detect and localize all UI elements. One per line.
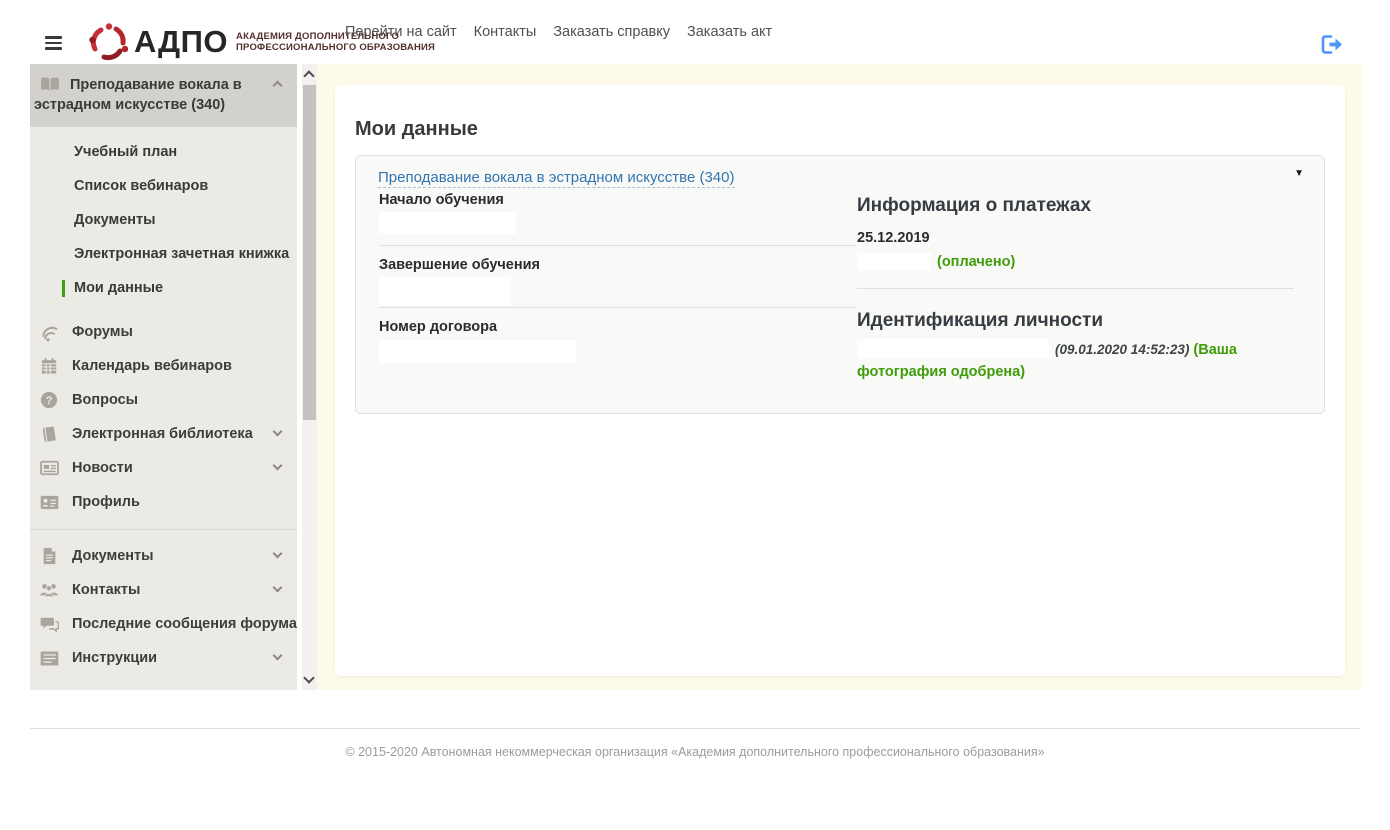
contacts-icon (37, 582, 61, 598)
chat-icon (37, 616, 61, 632)
logout-icon[interactable] (1320, 34, 1344, 55)
sidebar-item-latest-forum-posts[interactable]: Последние сообщения форума (30, 607, 297, 641)
document-icon (37, 547, 61, 565)
redacted-value (379, 212, 516, 234)
sidebar-item-documents[interactable]: Документы (30, 539, 297, 573)
library-icon (37, 425, 61, 443)
sidebar-item-news[interactable]: Новости (30, 451, 297, 485)
sidebar-item-webinar-list[interactable]: Список вебинаров (30, 169, 297, 203)
profile-card-icon (37, 495, 61, 510)
menu-toggle-icon[interactable] (45, 36, 62, 50)
field-label-end: Завершение обучения (379, 257, 541, 273)
chevron-down-icon (272, 650, 283, 661)
sidebar-item-contacts[interactable]: Контакты (30, 573, 297, 607)
sidebar-item-gradebook[interactable]: Электронная зачетная книжка (30, 237, 297, 271)
sidebar-item-label: Преподавание вокала в эстрадном искусств… (34, 77, 242, 113)
payment-date: 25.12.2019 (857, 230, 930, 246)
payments-identity-column: Информация о платежах 25.12.2019 (оплаче… (856, 187, 1324, 383)
sidebar-item-e-library[interactable]: Электронная библиотека (30, 417, 297, 451)
redacted-value (379, 277, 511, 305)
sidebar-divider (30, 529, 297, 530)
sidebar-item-instructions[interactable]: Инструкции (30, 641, 297, 675)
nav-order-certificate[interactable]: Заказать справку (553, 24, 670, 40)
question-icon: ? (37, 391, 61, 409)
footer-divider (30, 728, 1360, 729)
section-divider (857, 288, 1294, 289)
collapse-caret-icon[interactable]: ▼ (1294, 168, 1304, 179)
sidebar-item-forums[interactable]: Форумы (30, 315, 297, 349)
sidebar-item-my-data[interactable]: Мои данные (30, 271, 297, 305)
identity-timestamp: (09.01.2020 14:52:23) (1055, 342, 1190, 357)
calendar-icon (37, 357, 61, 375)
sidebar-scrollbar[interactable] (302, 64, 317, 690)
sidebar-item-questions[interactable]: ? Вопросы (30, 383, 297, 417)
scroll-up-icon[interactable] (303, 70, 315, 82)
nav-order-act[interactable]: Заказать акт (687, 24, 772, 40)
sidebar: Преподавание вокала в эстрадном искусств… (30, 64, 297, 690)
nav-go-to-site[interactable]: Перейти на сайт (345, 24, 457, 40)
top-header: АДПО АКАДЕМИЯ ДОПОЛНИТЕЛЬНОГО ПРОФЕССИОН… (0, 0, 1390, 64)
my-data-card: Мои данные Преподавание вокала в эстрадн… (335, 85, 1345, 676)
payments-heading: Информация о платежах (857, 195, 1092, 216)
news-icon (37, 460, 61, 476)
payment-status: (оплачено) (937, 254, 1016, 270)
field-divider (379, 245, 856, 246)
sidebar-item-program[interactable]: Преподавание вокала в эстрадном искусств… (30, 64, 297, 127)
instructions-icon (37, 650, 61, 666)
training-fields-column: Начало обучения Завершение обучения Номе… (356, 187, 856, 383)
chevron-down-icon (272, 460, 283, 471)
chevron-down-icon (272, 582, 283, 593)
sidebar-item-webinar-calendar[interactable]: Календарь вебинаров (30, 349, 297, 383)
sidebar-item-curriculum[interactable]: Учебный план (30, 135, 297, 169)
logo-emblem-icon (88, 22, 128, 62)
scrollbar-thumb[interactable] (303, 85, 316, 420)
forum-waves-icon (37, 323, 61, 342)
logo-abbr: АДПО (134, 24, 229, 59)
scroll-down-icon[interactable] (303, 672, 315, 684)
chevron-up-icon (272, 80, 283, 91)
program-panel: Преподавание вокала в эстрадном искусств… (355, 155, 1325, 414)
field-label-start: Начало обучения (379, 192, 504, 208)
identity-status-line: (09.01.2020 14:52:23) (Ваша фотография о… (857, 339, 1294, 383)
main-area: Мои данные Преподавание вокала в эстрадн… (317, 64, 1362, 690)
redacted-value (379, 340, 576, 363)
chevron-down-icon (272, 548, 283, 559)
program-submenu: Учебный план Список вебинаров Документы … (30, 127, 297, 315)
redacted-value (857, 253, 931, 271)
open-book-icon (39, 76, 61, 92)
field-label-contract: Номер договора (379, 319, 498, 335)
sidebar-item-documents-sub[interactable]: Документы (30, 203, 297, 237)
active-indicator (62, 279, 65, 297)
redacted-value (857, 339, 1049, 359)
svg-text:?: ? (46, 395, 53, 407)
chevron-down-icon (272, 426, 283, 437)
field-divider (379, 307, 856, 308)
identity-heading: Идентификация личности (857, 310, 1104, 331)
page-title: Мои данные (355, 118, 478, 140)
top-nav: Перейти на сайт Контакты Заказать справк… (345, 0, 789, 64)
footer-copyright: © 2015-2020 Автономная некоммерческая ор… (345, 745, 1045, 759)
app-page: АДПО АКАДЕМИЯ ДОПОЛНИТЕЛЬНОГО ПРОФЕССИОН… (0, 0, 1390, 830)
sidebar-item-profile[interactable]: Профиль (30, 485, 297, 519)
program-link[interactable]: Преподавание вокала в эстрадном искусств… (378, 169, 735, 188)
nav-contacts[interactable]: Контакты (474, 24, 537, 40)
